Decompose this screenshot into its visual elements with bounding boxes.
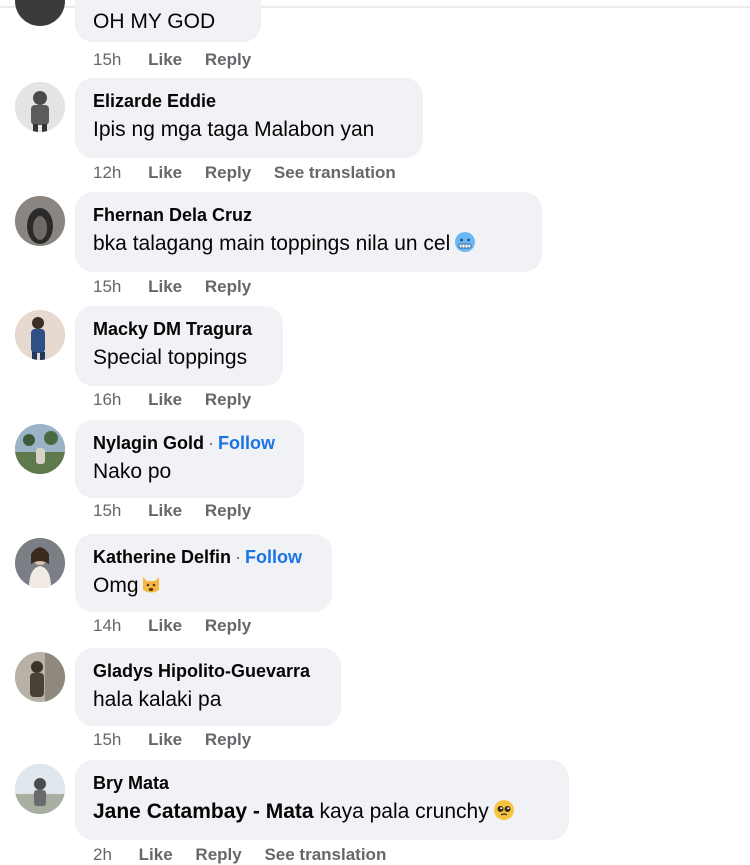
see-translation-link[interactable]: See translation	[274, 163, 396, 182]
reply-button[interactable]: Reply	[205, 163, 251, 182]
comment-actions: 15h Like Reply	[93, 501, 269, 521]
comment-text: Jane Catambay - Mata kaya pala crunchy	[93, 798, 551, 829]
comment-bubble: Bry Mata Jane Catambay - Mata kaya pala …	[75, 760, 569, 840]
weary-cat-emoji	[140, 573, 162, 603]
comment-text: OH MY GOD	[93, 10, 216, 33]
comment-bubble: Gladys Hipolito-Guevarra hala kalaki pa	[75, 648, 341, 726]
separator-dot: ·	[235, 547, 242, 567]
comment-author[interactable]: Elizarde Eddie	[93, 90, 405, 112]
comment-text: hala kalaki pa	[93, 688, 222, 711]
comment-actions: 16h Like Reply	[93, 390, 269, 410]
comment-bubble: Elizarde Eddie Ipis ng mga taga Malabon …	[75, 78, 423, 158]
like-button[interactable]: Like	[148, 277, 182, 296]
comment-author[interactable]: Nylagin Gold · Follow	[93, 432, 286, 454]
reply-button[interactable]: Reply	[195, 845, 241, 864]
comment-timestamp[interactable]: 15h	[93, 501, 121, 520]
comment-timestamp[interactable]: 14h	[93, 616, 121, 635]
comment-actions: 15h Like Reply	[93, 50, 269, 70]
comment-bubble: Nylagin Gold · Follow Nako po	[75, 420, 304, 498]
like-button[interactable]: Like	[148, 730, 182, 749]
like-button[interactable]: Like	[148, 390, 182, 409]
avatar[interactable]	[15, 0, 65, 26]
comment-timestamp[interactable]: 15h	[93, 50, 121, 69]
cold-face-emoji	[454, 231, 476, 261]
mention-tag[interactable]: Jane Catambay - Mata	[93, 800, 314, 823]
comment-timestamp[interactable]: 12h	[93, 163, 121, 182]
reply-button[interactable]: Reply	[205, 277, 251, 296]
comment-timestamp[interactable]: 15h	[93, 277, 121, 296]
reply-button[interactable]: Reply	[205, 501, 251, 520]
comment-author[interactable]: Katherine Delfin · Follow	[93, 546, 314, 568]
follow-button[interactable]: Follow	[245, 547, 302, 567]
avatar[interactable]	[15, 310, 65, 360]
comment-text: Special toppings	[93, 346, 248, 369]
follow-button[interactable]: Follow	[218, 433, 275, 453]
comment-timestamp[interactable]: 16h	[93, 390, 121, 409]
comment-text: Ipis ng mga taga Malabon yan	[93, 118, 375, 141]
reply-button[interactable]: Reply	[205, 616, 251, 635]
like-button[interactable]: Like	[139, 845, 173, 864]
avatar[interactable]	[15, 538, 65, 588]
avatar[interactable]	[15, 424, 65, 474]
reply-button[interactable]: Reply	[205, 50, 251, 69]
comment-actions: 2h Like Reply See translation	[93, 845, 404, 865]
comment-author[interactable]: Macky DM Tragura	[93, 318, 265, 340]
reply-button[interactable]: Reply	[205, 390, 251, 409]
comment-bubble: Macky DM Tragura Special toppings	[75, 306, 283, 386]
comment-text: Omg	[93, 572, 314, 603]
comment-bubble: Fhernan Dela Cruz bka talagang main topp…	[75, 192, 542, 272]
comment-actions: 12h Like Reply See translation	[93, 163, 414, 183]
comment-timestamp[interactable]: 2h	[93, 845, 112, 864]
pleading-face-emoji	[493, 799, 515, 829]
reply-button[interactable]: Reply	[205, 730, 251, 749]
comment-author[interactable]: Bry Mata	[93, 772, 551, 794]
see-translation-link[interactable]: See translation	[264, 845, 386, 864]
like-button[interactable]: Like	[148, 163, 182, 182]
like-button[interactable]: Like	[148, 50, 182, 69]
avatar[interactable]	[15, 196, 65, 246]
comment-actions: 15h Like Reply	[93, 730, 269, 750]
avatar[interactable]	[15, 652, 65, 702]
avatar[interactable]	[15, 764, 65, 814]
comment-author[interactable]: Fhernan Dela Cruz	[93, 204, 524, 226]
comment-bubble: Katherine Delfin · Follow Omg	[75, 534, 332, 612]
like-button[interactable]: Like	[148, 501, 182, 520]
comment-bubble: OH MY GOD	[75, 0, 261, 42]
comment-author[interactable]: Gladys Hipolito-Guevarra	[93, 660, 323, 682]
separator-dot: ·	[208, 433, 215, 453]
avatar[interactable]	[15, 82, 65, 132]
comment-actions: 14h Like Reply	[93, 616, 269, 636]
comment-text: bka talagang main toppings nila un cel	[93, 230, 524, 261]
like-button[interactable]: Like	[148, 616, 182, 635]
comment-text: Nako po	[93, 460, 172, 483]
comment-timestamp[interactable]: 15h	[93, 730, 121, 749]
comment-actions: 15h Like Reply	[93, 277, 269, 297]
